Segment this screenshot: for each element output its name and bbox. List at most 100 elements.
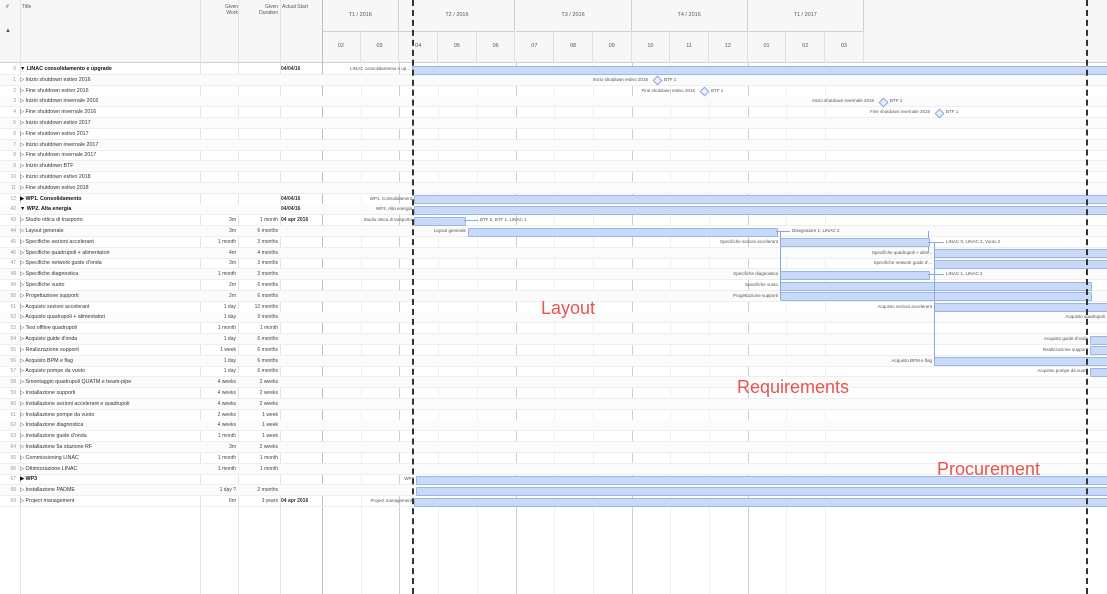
triangle-up-icon[interactable]: ▲ bbox=[5, 28, 11, 34]
task-title[interactable]: ▷ Studio ottica di trasporto bbox=[20, 215, 200, 225]
task-number: 64 bbox=[10, 444, 16, 450]
task-work: 2 weeks bbox=[217, 411, 236, 418]
task-title[interactable]: ▷ Smontaggio quadrupoli QUATM e beam-pip… bbox=[20, 377, 200, 387]
task-title[interactable]: ▷ Specifiche vuoto bbox=[20, 280, 200, 290]
task-row[interactable]: 59 ▷ Installazione supporti 4 weeks 2 weeks bbox=[0, 388, 1107, 399]
task-title[interactable]: ▷ Installazione pompe da vuoto bbox=[20, 410, 200, 420]
task-title[interactable]: ▶ WP3 bbox=[20, 474, 200, 484]
task-title[interactable]: ▷ Specifiche network guide d'onda bbox=[20, 258, 200, 268]
task-title[interactable]: ▷ Installazione 5a stazione RF bbox=[20, 442, 200, 452]
task-row[interactable]: 3 ▷ Inizio shutdown invernale 2016 bbox=[0, 96, 1107, 108]
col-duration-header[interactable]: Given Duration bbox=[248, 4, 278, 16]
task-row[interactable]: 54 ▷ Acquisto guide d'onda 1 day 6 months bbox=[0, 334, 1107, 345]
task-row[interactable]: 43 ▷ Studio ottica di trasporto 3m 1 month 0… bbox=[0, 215, 1107, 227]
col-work-header[interactable]: Given Work bbox=[214, 4, 238, 16]
task-bar-layout[interactable] bbox=[468, 227, 778, 237]
task-title[interactable]: ▷ Ottimizzazione LINAC bbox=[20, 464, 200, 474]
task-title[interactable]: ▷ Fine shutdown estivo 2017 bbox=[20, 129, 200, 139]
task-title[interactable]: ▼ WP2. Alta energia bbox=[20, 204, 200, 214]
bar-label-dep: BTF 0, BTF 1, LINAC 1 bbox=[480, 217, 527, 223]
task-title[interactable]: ▷ Project management bbox=[20, 496, 200, 506]
task-title[interactable]: ▷ Specifiche quadrupoli + alimentatori bbox=[20, 248, 200, 258]
month-header: 09 bbox=[593, 31, 632, 62]
task-number: 10 bbox=[10, 174, 16, 180]
task-title[interactable]: ▷ Installazione supporti bbox=[20, 388, 200, 398]
task-bar-spec-quad[interactable] bbox=[934, 249, 1107, 259]
task-title[interactable]: ▷ Inizio shutdown invernale 2016 bbox=[20, 96, 200, 106]
task-bar-real-supp[interactable] bbox=[1090, 346, 1107, 356]
task-title[interactable]: ▷ Installazione sezioni accelerant e qua… bbox=[20, 399, 200, 409]
task-row[interactable]: 10 ▷ Inizio shutdown estivo 2018 bbox=[0, 172, 1107, 183]
task-row[interactable]: 57 ▷ Acquisto pompe da vuoto 1 day 6 months bbox=[0, 366, 1107, 378]
col-title-header[interactable]: Title bbox=[22, 4, 31, 10]
task-row[interactable]: 2 ▷ Fine shutdown estivo 2016 bbox=[0, 86, 1107, 97]
task-title[interactable]: ▷ Inizio shutdown invernale 2017 bbox=[20, 140, 200, 150]
task-row[interactable]: 6 ▷ Fine shutdown estivo 2017 bbox=[0, 129, 1107, 140]
task-bar-spec-net[interactable] bbox=[934, 259, 1107, 269]
task-row[interactable]: 1 ▷ Inizio shutdown estivo 2016 bbox=[0, 74, 1107, 86]
task-bar-spec-diag[interactable] bbox=[780, 270, 930, 280]
task-bar-prog-supp[interactable] bbox=[780, 292, 1092, 302]
task-number: 56 bbox=[10, 357, 16, 364]
task-bar-spec-sez[interactable] bbox=[780, 238, 930, 248]
task-title[interactable]: ▷ Acquisto pompe da vuoto bbox=[20, 366, 200, 376]
task-title[interactable]: ▷ Specifiche sezioni accelerant bbox=[20, 237, 200, 247]
col-start-header[interactable]: Actual Start bbox=[282, 4, 322, 10]
task-title[interactable]: ▶ WP1. Consolidamento bbox=[20, 194, 200, 204]
task-row[interactable]: 58 ▷ Smontaggio quadrupoli QUATM e beam-p… bbox=[0, 377, 1107, 389]
task-title[interactable]: ▷ Realizzazione supporti bbox=[20, 345, 200, 355]
task-title[interactable]: ▷ Progettazione supporti bbox=[20, 291, 200, 301]
task-title[interactable]: ▷ Installazione diagnostica bbox=[20, 420, 200, 430]
task-bar-pm[interactable] bbox=[414, 497, 1107, 507]
task-bar-padme[interactable] bbox=[416, 486, 1107, 496]
task-row[interactable]: 5 ▷ Inizio shutdown estivo 2017 bbox=[0, 118, 1107, 129]
task-title[interactable]: ▷ Fine shutdown invernale 2017 bbox=[20, 150, 200, 160]
task-title[interactable]: ▷ Layout generale bbox=[20, 226, 200, 236]
task-title[interactable]: ▷ Fine shutdown estivo 2018 bbox=[20, 183, 200, 193]
dependency-link bbox=[780, 231, 781, 296]
milestone-dep: BTF 1 bbox=[946, 109, 959, 115]
task-row[interactable]: 62 ▷ Installazione diagnostica 4 weeks 1 we… bbox=[0, 420, 1107, 432]
task-title[interactable]: ▷ Test offline quadrupoli bbox=[20, 323, 200, 333]
task-title[interactable]: ▷ Installazione guide d'onda bbox=[20, 431, 200, 441]
task-row[interactable]: 9 ▷ Inizio shutdown BTF bbox=[0, 161, 1107, 173]
task-title[interactable]: ▷ Installazione PADME bbox=[20, 485, 200, 495]
summary-bar-wp1[interactable] bbox=[414, 195, 1107, 205]
task-title[interactable]: ▷ Acquisto BPM e flag bbox=[20, 356, 200, 366]
task-bar-acq-guide[interactable] bbox=[1090, 335, 1107, 345]
task-title[interactable]: ▷ Acquisto guide d'onda bbox=[20, 334, 200, 344]
task-title[interactable]: ▷ Inizio shutdown BTF bbox=[20, 161, 200, 171]
task-row[interactable]: 60 ▷ Installazione sezioni accelerant e q… bbox=[0, 398, 1107, 410]
task-row[interactable]: 55 ▷ Realizzazione supporti 1 week 6 months bbox=[0, 345, 1107, 356]
task-number: 54 bbox=[10, 336, 16, 342]
task-row[interactable]: 63 ▷ Installazione guide d'onda 1 month 1 w… bbox=[0, 431, 1107, 443]
task-title[interactable]: ▷ Acquisto sezioni accelerant bbox=[20, 302, 200, 312]
task-title[interactable]: ▷ Acquisto quadrupoli + alimentatori bbox=[20, 312, 200, 322]
task-title[interactable]: ▷ Inizio shutdown estivo 2018 bbox=[20, 172, 200, 182]
task-number: 5 bbox=[13, 120, 16, 126]
task-title[interactable]: ▷ Fine shutdown estivo 2016 bbox=[20, 86, 200, 96]
task-start: 04 apr 2016 bbox=[281, 498, 309, 504]
task-bar-acq-pompe[interactable] bbox=[1090, 367, 1107, 377]
task-title[interactable]: ▷ Inizio shutdown estivo 2016 bbox=[20, 75, 200, 85]
task-title[interactable]: ▷ Specifiche diagnostica bbox=[20, 269, 200, 279]
task-bar-acq-bpm[interactable] bbox=[934, 357, 1107, 367]
task-title[interactable]: ▼ LINAC consolidamento e upgrade bbox=[20, 64, 200, 74]
task-row[interactable]: 53 ▷ Test offline quadrupoli 1 month 1 mont… bbox=[0, 323, 1107, 335]
task-row[interactable]: 64 ▷ Installazione 5a stazione RF 3m 2 week… bbox=[0, 442, 1107, 453]
task-title[interactable]: ▷ Fine shutdown invernale 2016 bbox=[20, 107, 200, 117]
summary-bar-linac[interactable] bbox=[412, 65, 1107, 75]
task-row[interactable]: 61 ▷ Installazione pompe da vuoto 2 weeks 1… bbox=[0, 410, 1107, 421]
task-bar-spec-vuoto[interactable] bbox=[780, 281, 1092, 291]
task-row[interactable]: 8 ▷ Fine shutdown invernale 2017 bbox=[0, 150, 1107, 162]
task-bar-studio[interactable] bbox=[414, 216, 466, 226]
milestone-dep: BTF 1 bbox=[890, 98, 903, 104]
col-num-header[interactable]: # bbox=[6, 4, 9, 10]
task-row[interactable]: 11 ▷ Fine shutdown estivo 2018 bbox=[0, 182, 1107, 194]
task-title[interactable]: ▷ Inizio shutdown estivo 2017 bbox=[20, 118, 200, 128]
summary-bar-wp2[interactable] bbox=[414, 205, 1107, 215]
task-bar-acq-sez[interactable] bbox=[934, 303, 1107, 313]
task-title[interactable]: ▷ Commissioning LINAC bbox=[20, 453, 200, 463]
task-row[interactable]: 7 ▷ Inizio shutdown invernale 2017 bbox=[0, 139, 1107, 151]
month-header: 04 bbox=[399, 31, 439, 62]
